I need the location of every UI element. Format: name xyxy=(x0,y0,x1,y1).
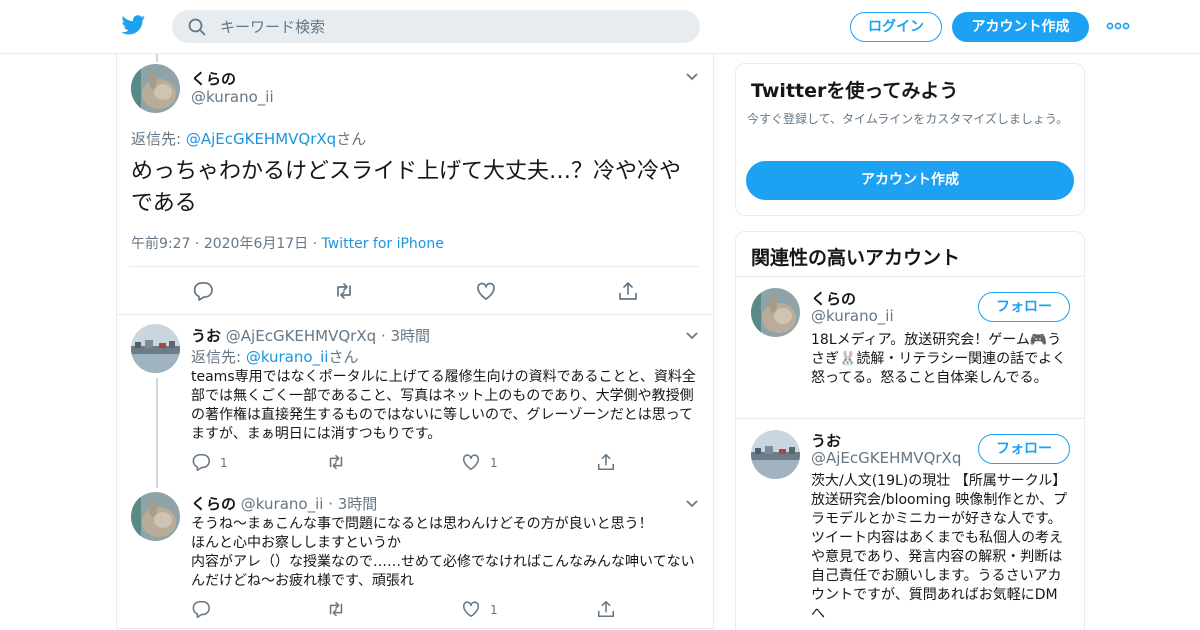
twitter-bird-icon[interactable] xyxy=(120,13,147,37)
search-input[interactable] xyxy=(220,10,680,43)
signup-promo-card: Twitterを使ってみよう 今すぐ登録して、タイムラインをカスタマイズしましょ… xyxy=(735,63,1085,216)
tweet-header: うお @AjEcGKEHMVQrXq · 3時間 xyxy=(191,325,430,346)
reply-icon[interactable] xyxy=(192,280,214,302)
tweet-source[interactable]: Twitter for iPhone xyxy=(322,236,444,252)
chevron-down-icon[interactable] xyxy=(685,499,699,509)
tweet-actions xyxy=(117,278,715,306)
meta-dot: · xyxy=(380,327,386,345)
meta-dot: · xyxy=(328,495,333,513)
login-button[interactable]: ログイン xyxy=(850,12,942,42)
reply-suffix: さん xyxy=(328,348,359,366)
like-icon[interactable] xyxy=(461,599,481,619)
like-count: 1 xyxy=(490,456,498,470)
tweet-time[interactable]: 午前9:27 xyxy=(131,236,190,252)
top-bar: ログイン アカウント作成 xyxy=(0,0,1200,54)
promo-description: 今すぐ登録して、タイムラインをカスタマイズしましょう。 xyxy=(747,112,1069,126)
chevron-down-icon[interactable] xyxy=(685,331,699,341)
follow-button[interactable]: フォロー xyxy=(978,434,1070,464)
divider xyxy=(736,276,1084,277)
reply-to-link[interactable]: @AjEcGKEHMVQrXq xyxy=(186,130,336,148)
related-title: 関連性の高いアカウント xyxy=(751,247,961,269)
divider xyxy=(117,314,713,315)
related-accounts-card: 関連性の高いアカウント くらの @kurano_ii フォロー 18Lメディア。… xyxy=(735,231,1085,630)
tweet-meta: 午前9:27 · 2020年6月17日 · Twitter for iPhone xyxy=(131,233,444,253)
tweet-age[interactable]: 3時間 xyxy=(391,327,431,345)
search-box[interactable] xyxy=(172,10,700,43)
like-icon[interactable] xyxy=(461,452,481,472)
thread-connector xyxy=(156,54,158,62)
meta-dot: · xyxy=(194,236,200,252)
reply-to-link[interactable]: @kurano_ii xyxy=(246,348,329,366)
avatar[interactable] xyxy=(751,288,800,337)
promo-title: Twitterを使ってみよう xyxy=(751,80,959,102)
author-handle[interactable]: @kurano_ii xyxy=(191,88,274,106)
avatar[interactable] xyxy=(131,492,180,541)
account-handle[interactable]: @kurano_ii xyxy=(811,307,894,325)
avatar[interactable] xyxy=(131,324,180,373)
follow-button[interactable]: フォロー xyxy=(978,292,1070,322)
tweet-header: くらの @kurano_ii · 3時間 xyxy=(191,493,377,514)
tweet-date[interactable]: 2020年6月17日 xyxy=(204,236,308,252)
author-name[interactable]: うお xyxy=(191,327,221,345)
reply-icon[interactable] xyxy=(191,452,211,472)
divider xyxy=(736,418,1084,419)
divider xyxy=(117,628,713,629)
thread-connector xyxy=(156,378,158,488)
like-icon[interactable] xyxy=(475,280,497,302)
reply-context: 返信先: @AjEcGKEHMVQrXqさん xyxy=(131,128,366,149)
share-icon[interactable] xyxy=(596,599,616,619)
retweet-icon[interactable] xyxy=(326,599,346,619)
tweet-text: そうね～まぁこんな事で問題になるとは思わんけどその方が良いと思う！ ほんと心中お… xyxy=(191,516,695,589)
author-handle[interactable]: @AjEcGKEHMVQrXq xyxy=(226,327,376,345)
retweet-icon[interactable] xyxy=(326,452,346,472)
avatar[interactable] xyxy=(131,64,180,113)
tweet-text: teams専用ではなくポータルに上げてる履修生向けの資料であることと、資料全部で… xyxy=(191,369,696,442)
author-name[interactable]: くらの xyxy=(191,495,236,513)
more-options-icon[interactable] xyxy=(1106,18,1130,34)
signup-button[interactable]: アカウント作成 xyxy=(952,12,1089,42)
meta-dot: · xyxy=(312,236,318,252)
tweet-age[interactable]: 3時間 xyxy=(338,495,378,513)
reply-prefix: 返信先: xyxy=(191,348,246,366)
account-bio: 18Lメディア。放送研究会！ゲーム🎮うさぎ🐰読解・リテラシー関連の話でよく怒って… xyxy=(811,332,1067,386)
reply-prefix: 返信先: xyxy=(131,130,186,148)
account-handle[interactable]: @AjEcGKEHMVQrXq xyxy=(811,449,961,467)
account-name[interactable]: うお xyxy=(811,430,841,451)
chevron-down-icon[interactable] xyxy=(685,72,699,82)
author-name[interactable]: くらの xyxy=(191,68,236,89)
avatar[interactable] xyxy=(751,430,800,479)
reply-count: 1 xyxy=(220,456,228,470)
share-icon[interactable] xyxy=(596,452,616,472)
reply-suffix: さん xyxy=(336,130,367,148)
tweet-text: めっちゃわかるけどスライド上げて大丈夫…？冷や冷やである xyxy=(131,159,682,216)
retweet-icon[interactable] xyxy=(333,280,355,302)
like-count: 1 xyxy=(490,603,498,617)
author-handle[interactable]: @kurano_ii xyxy=(241,495,324,513)
account-bio: 茨大/人文(19L)の現壮 【所属サークル】放送研究会/blooming 映像制… xyxy=(811,473,1068,622)
share-icon[interactable] xyxy=(617,280,639,302)
reply-icon[interactable] xyxy=(191,599,211,619)
tweet-thread: くらの @kurano_ii 返信先: @AjEcGKEHMVQrXqさん めっ… xyxy=(116,54,714,630)
search-icon xyxy=(188,18,206,36)
divider xyxy=(129,266,699,267)
account-name[interactable]: くらの xyxy=(811,288,856,309)
create-account-button[interactable]: アカウント作成 xyxy=(746,161,1074,200)
reply-context: 返信先: @kurano_iiさん xyxy=(191,346,358,367)
